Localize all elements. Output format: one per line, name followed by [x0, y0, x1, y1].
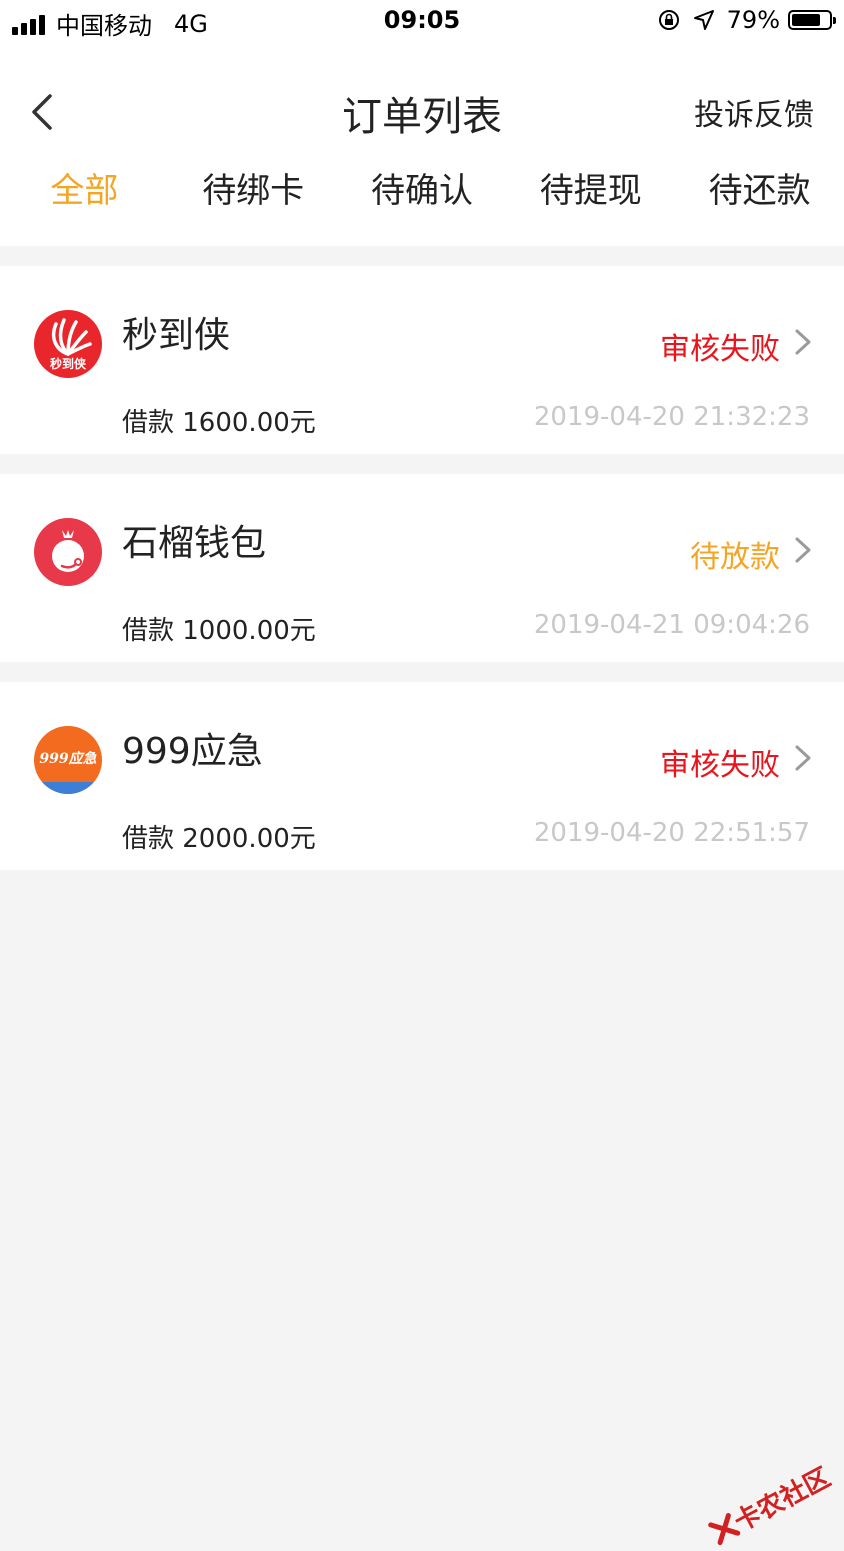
- shiliu-wallet-logo: [34, 518, 102, 586]
- tab-all[interactable]: 全部: [0, 156, 169, 246]
- 999-emergency-logo: 999应急: [34, 726, 102, 794]
- product-name: 999应急: [122, 731, 263, 772]
- order-time: 2019-04-21 09:04:26: [533, 610, 810, 640]
- watermark-text: 卡农社区: [729, 1462, 836, 1538]
- nav-bar: 订单列表 投诉反馈: [0, 44, 844, 174]
- status-bar: 中国移动 4G 09:05 79%: [0, 0, 844, 44]
- product-name: 石榴钱包: [122, 523, 267, 564]
- loan-amount: 借款 1600.00元: [122, 408, 316, 438]
- tab-pending-bind-card[interactable]: 待绑卡: [169, 156, 338, 246]
- order-status-tabs: 全部 待绑卡 待确认 待提现 待还款: [0, 156, 844, 246]
- order-card[interactable]: 999应急 999应急 审核失败 借款 2000.00元 2019-04-20 …: [0, 682, 844, 870]
- tab-pending-withdraw[interactable]: 待提现: [506, 156, 675, 246]
- loan-amount: 借款 2000.00元: [122, 824, 316, 854]
- order-card[interactable]: 秒到侠 秒到侠 审核失败 借款 1600.00元 2019-04-20 21:3…: [0, 266, 844, 454]
- logo-text: 999应急: [39, 751, 97, 767]
- miaodaoxia-logo: 秒到侠: [34, 310, 102, 378]
- status-right: 79%: [657, 6, 836, 34]
- order-time: 2019-04-20 21:32:23: [533, 402, 810, 432]
- watermark: 卡农社区: [704, 1457, 836, 1551]
- status-badge: 审核失败: [660, 332, 780, 367]
- chevron-right-icon: [795, 329, 811, 355]
- status-badge: 待放款: [690, 540, 780, 575]
- logo-text: 秒到侠: [49, 357, 86, 371]
- order-card[interactable]: 石榴钱包 待放款 借款 1000.00元 2019-04-21 09:04:26: [0, 474, 844, 662]
- loan-amount: 借款 1000.00元: [122, 616, 316, 646]
- location-icon: [693, 9, 715, 31]
- rotation-lock-icon: [657, 8, 681, 32]
- product-name: 秒到侠: [122, 315, 231, 356]
- chevron-right-icon: [795, 745, 811, 771]
- tab-pending-confirm[interactable]: 待确认: [338, 156, 507, 246]
- complaint-feedback-link[interactable]: 投诉反馈: [694, 90, 814, 134]
- status-badge: 审核失败: [660, 748, 780, 783]
- order-time: 2019-04-20 22:51:57: [533, 818, 810, 848]
- battery-icon: [788, 10, 836, 30]
- chevron-right-icon: [795, 537, 811, 563]
- battery-percent: 79%: [726, 6, 780, 34]
- tab-pending-repay[interactable]: 待还款: [675, 156, 844, 246]
